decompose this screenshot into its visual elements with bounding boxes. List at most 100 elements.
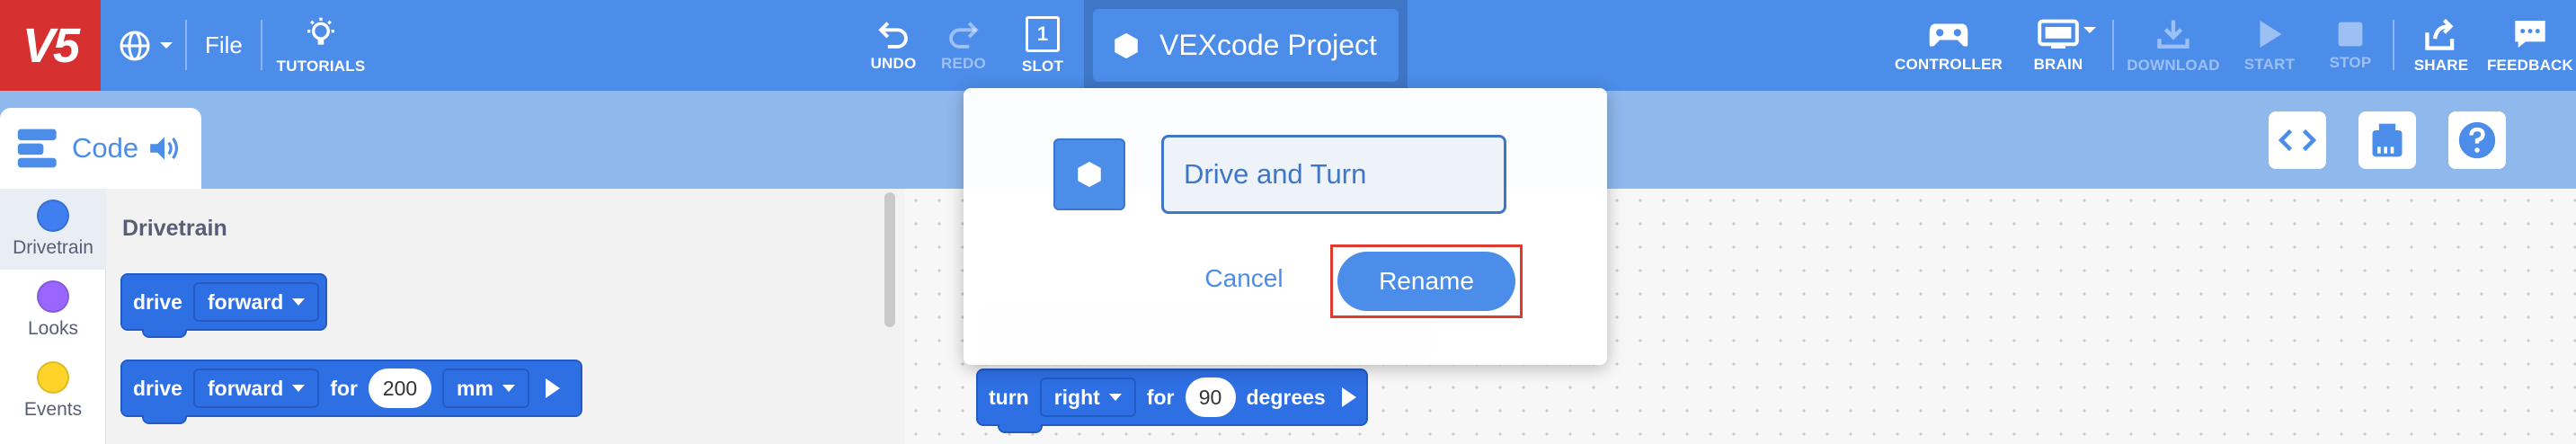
- brain-screen-icon: [2038, 19, 2079, 49]
- drive-block[interactable]: drive forward: [120, 273, 327, 338]
- cancel-button[interactable]: Cancel: [1190, 250, 1298, 307]
- undo-label: UNDO: [870, 54, 917, 72]
- hexagon-icon: [1115, 32, 1138, 58]
- code-blocks-icon: [17, 129, 57, 168]
- speaker-icon[interactable]: [147, 133, 182, 164]
- dropdown-value: mm: [457, 376, 493, 400]
- category-label: Drivetrain: [13, 237, 93, 258]
- feedback-button[interactable]: FEEDBACK: [2484, 0, 2576, 91]
- device-port-icon: [2372, 123, 2403, 157]
- play-icon: [2260, 20, 2282, 48]
- drive-for-block[interactable]: drive forward for 200 mm: [120, 360, 582, 424]
- category-dot: [37, 200, 69, 232]
- category-events[interactable]: Events: [0, 351, 106, 431]
- download-icon: [2157, 19, 2190, 49]
- caret-down-icon: [292, 385, 306, 392]
- tutorials-button[interactable]: TUTORIALS: [271, 0, 370, 91]
- dropdown-value: right: [1053, 385, 1100, 409]
- start-button[interactable]: START: [2231, 0, 2308, 91]
- dropdown-value: forward: [207, 376, 284, 400]
- play-icon[interactable]: [545, 378, 560, 398]
- category-label: Events: [23, 399, 83, 420]
- controller-label: CONTROLLER: [1894, 55, 2003, 73]
- lightbulb-icon: [307, 17, 334, 45]
- rename-button[interactable]: Rename: [1337, 252, 1515, 311]
- block-keyword: for: [330, 376, 358, 400]
- redo-button[interactable]: REDO: [929, 0, 998, 91]
- chevron-down-icon: [160, 41, 173, 49]
- language-menu[interactable]: [106, 0, 187, 91]
- devices-button[interactable]: [2358, 111, 2416, 169]
- feedback-icon: [2515, 20, 2545, 48]
- code-tab-label: Code: [72, 132, 139, 164]
- redo-icon: [949, 21, 979, 49]
- direction-dropdown[interactable]: forward: [192, 282, 320, 322]
- category-dot: [37, 361, 69, 394]
- slot-button[interactable]: 1 SLOT: [1007, 0, 1079, 91]
- stop-button[interactable]: STOP: [2312, 0, 2389, 91]
- download-label: DOWNLOAD: [2127, 56, 2220, 74]
- help-button[interactable]: [2448, 111, 2506, 169]
- code-view-button[interactable]: [2269, 111, 2326, 169]
- direction-dropdown[interactable]: forward: [192, 369, 320, 408]
- dropdown-value: forward: [207, 289, 284, 314]
- turn-direction-dropdown[interactable]: right: [1039, 377, 1136, 417]
- brain-label: BRAIN: [2033, 55, 2083, 73]
- undo-icon: [878, 21, 908, 49]
- project-title-container: VEXcode Project: [1084, 0, 1408, 91]
- amount-input[interactable]: 200: [369, 369, 431, 408]
- controller-button[interactable]: CONTROLLER: [1893, 0, 2004, 91]
- globe-icon: [120, 31, 150, 60]
- category-menu: Drivetrain Looks Events: [0, 189, 106, 444]
- category-label: Looks: [27, 318, 79, 339]
- stop-label: STOP: [2329, 53, 2372, 71]
- caret-down-icon: [1108, 394, 1122, 401]
- block-keyword: for: [1146, 385, 1175, 409]
- turn-for-block[interactable]: turn right for 90 degrees: [976, 369, 1368, 433]
- start-label: START: [2243, 55, 2296, 73]
- chevron-down-icon[interactable]: [2082, 25, 2098, 36]
- feedback-label: FEEDBACK: [2486, 56, 2574, 74]
- block-keyword: drive: [133, 376, 182, 400]
- unit-dropdown[interactable]: mm: [442, 369, 529, 408]
- caret-down-icon: [292, 298, 306, 306]
- tutorials-label: TUTORIALS: [276, 57, 366, 75]
- undo-button[interactable]: UNDO: [859, 0, 928, 91]
- turn-amount-input[interactable]: 90: [1185, 377, 1236, 417]
- play-icon[interactable]: [1341, 387, 1356, 407]
- share-icon: [2425, 18, 2455, 50]
- palette-scrollbar[interactable]: [884, 192, 895, 327]
- palette-section-title: Drivetrain: [122, 216, 227, 241]
- vex-logo[interactable]: V5: [0, 0, 101, 91]
- caret-down-icon: [502, 385, 515, 392]
- project-name-button[interactable]: VEXcode Project: [1093, 9, 1399, 82]
- share-label: SHARE: [2413, 56, 2469, 74]
- block-keyword: degrees: [1246, 385, 1326, 409]
- brain-button[interactable]: BRAIN: [2012, 0, 2105, 91]
- rename-project-dialog: Cancel Rename: [964, 88, 1607, 365]
- redo-label: REDO: [941, 54, 986, 72]
- toolbar-divider: [261, 20, 262, 70]
- logo-text: V5: [22, 18, 80, 73]
- toolbar-divider: [2393, 20, 2394, 70]
- hexagon-icon: [1078, 161, 1101, 188]
- toolbar-divider: [2112, 20, 2114, 70]
- top-toolbar: V5 File TUTORIALS UNDO REDO 1 SLOT VEXco…: [0, 0, 2576, 91]
- controller-icon: [1929, 23, 1968, 47]
- block-notch: [998, 424, 1043, 433]
- block-notch: [142, 415, 187, 424]
- file-menu[interactable]: File: [205, 0, 243, 91]
- category-looks[interactable]: Looks: [0, 270, 106, 351]
- download-button[interactable]: DOWNLOAD: [2118, 0, 2229, 91]
- category-drivetrain[interactable]: Drivetrain: [0, 189, 106, 270]
- code-tab[interactable]: Code: [0, 108, 201, 189]
- code-brackets-icon: [2278, 129, 2317, 152]
- project-name-input[interactable]: [1161, 135, 1506, 214]
- share-button[interactable]: SHARE: [2400, 0, 2483, 91]
- stop-icon: [2338, 22, 2363, 46]
- help-icon: [2458, 121, 2496, 159]
- block-notch: [142, 329, 187, 338]
- block-keyword: turn: [989, 385, 1029, 409]
- project-icon: [1053, 138, 1125, 210]
- project-name: VEXcode Project: [1159, 29, 1377, 61]
